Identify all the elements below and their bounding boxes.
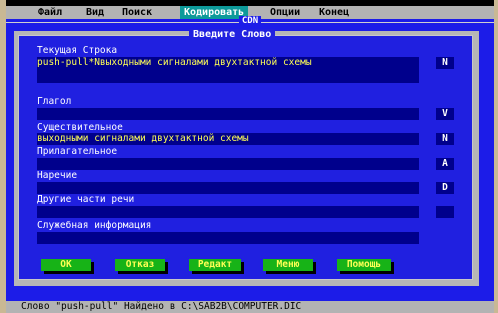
help-button[interactable]: Помощь xyxy=(337,259,391,271)
monitor-bezel-right xyxy=(494,0,498,313)
window-title-wrap: CDN xyxy=(6,16,494,26)
verb-label: Глагол xyxy=(37,96,72,107)
other-pos-field[interactable] xyxy=(37,206,419,218)
adjective-label: Прилагательное xyxy=(37,146,118,157)
service-info-field[interactable] xyxy=(37,232,419,244)
status-bar: Слово "push-pull" Найдено в C:\SAB2B\COM… xyxy=(6,301,494,313)
adverb-field[interactable] xyxy=(37,182,419,194)
noun-pos-button[interactable]: N xyxy=(436,133,454,145)
adverb-label: Наречие xyxy=(37,170,78,181)
other-pos-label: Другие части речи xyxy=(37,194,135,205)
current-line-pos-button[interactable]: N xyxy=(436,57,454,69)
verb-pos-button[interactable]: V xyxy=(436,108,454,120)
window-title: CDN xyxy=(238,16,262,26)
adjective-pos-button[interactable]: A xyxy=(436,158,454,170)
current-line-label: Текущая Строка xyxy=(37,45,118,56)
dialog-body: Введите Слово Текущая Строка push-pull*N… xyxy=(18,29,473,280)
edit-button[interactable]: Редакт xyxy=(189,259,241,271)
adverb-pos-button[interactable]: D xyxy=(436,182,454,194)
menu-button[interactable]: Меню xyxy=(263,259,313,271)
enter-word-dialog: Введите Слово Текущая Строка push-pull*N… xyxy=(14,29,479,286)
cancel-button[interactable]: Отказ xyxy=(115,259,165,271)
current-line-field[interactable]: push-pull*Nвыходными сигналами двухтактн… xyxy=(37,57,419,83)
service-info-label: Служебная информация xyxy=(37,220,152,231)
other-pos-button[interactable] xyxy=(436,206,454,218)
main-window: CDN Введите Слово Текущая Строка push-pu… xyxy=(6,16,494,301)
noun-field[interactable]: выходными сигналами двухтактной схемы xyxy=(37,133,419,145)
dialog-title: Введите Слово xyxy=(189,29,276,41)
status-text: Слово "push-pull" Найдено в C:\SAB2B\COM… xyxy=(21,301,302,312)
window-title-bar: CDN xyxy=(6,16,494,26)
noun-label: Существительное xyxy=(37,122,123,133)
ok-button[interactable]: OK xyxy=(41,259,91,271)
adjective-field[interactable] xyxy=(37,158,419,170)
verb-field[interactable] xyxy=(37,108,419,120)
